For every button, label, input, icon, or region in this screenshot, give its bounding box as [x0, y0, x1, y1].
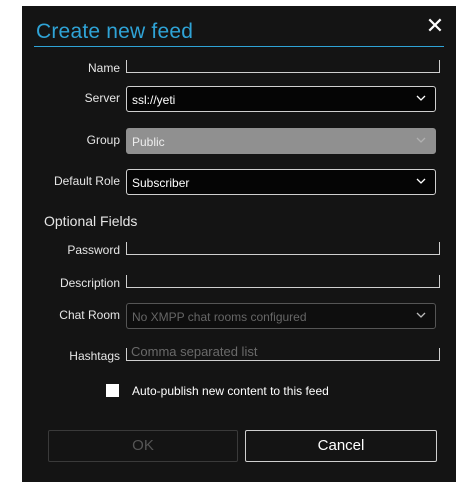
create-feed-dialog: Create new feed ✕ Name Server ssl://yeti…: [22, 6, 456, 482]
server-select[interactable]: ssl://yeti: [126, 86, 436, 112]
group-value: Public: [132, 135, 165, 149]
auto-publish-checkbox[interactable]: [106, 384, 119, 397]
chat-room-label: Chat Room: [59, 308, 120, 322]
group-select[interactable]: Public: [126, 128, 436, 154]
chevron-down-icon: [416, 312, 426, 318]
server-label: Server: [84, 91, 120, 105]
password-field[interactable]: [126, 242, 440, 255]
name-row: Name: [22, 56, 456, 82]
password-row: Password: [22, 238, 456, 264]
auto-publish-label: Auto-publish new content to this feed: [132, 384, 329, 398]
chevron-down-icon: [416, 95, 426, 101]
cancel-button[interactable]: Cancel: [245, 430, 437, 462]
ok-button[interactable]: OK: [48, 430, 238, 462]
default-role-select[interactable]: Subscriber: [126, 169, 436, 195]
chat-room-value: No XMPP chat rooms configured: [132, 310, 307, 324]
description-field[interactable]: [126, 275, 440, 288]
optional-fields-heading: Optional Fields: [44, 213, 138, 229]
chat-room-select[interactable]: No XMPP chat rooms configured: [126, 303, 436, 329]
name-field[interactable]: [126, 60, 440, 73]
hashtags-row: Hashtags Comma separated list: [22, 344, 456, 370]
default-role-value: Subscriber: [132, 176, 190, 190]
description-row: Description: [22, 271, 456, 297]
server-row: Server ssl://yeti: [22, 86, 456, 112]
chat-room-row: Chat Room No XMPP chat rooms configured: [22, 303, 456, 329]
name-label: Name: [87, 61, 120, 75]
chevron-down-icon: [416, 137, 426, 143]
default-role-label: Default Role: [53, 174, 120, 188]
close-icon[interactable]: ✕: [424, 14, 446, 38]
group-label: Group: [86, 133, 120, 147]
hashtags-placeholder: Comma separated list: [131, 344, 258, 359]
hashtags-field[interactable]: Comma separated list: [126, 344, 440, 361]
default-role-row: Default Role Subscriber: [22, 169, 456, 195]
hashtags-label: Hashtags: [69, 349, 120, 363]
chevron-down-icon: [416, 178, 426, 184]
description-label: Description: [59, 276, 120, 290]
dialog-title: Create new feed: [36, 20, 194, 43]
group-row: Group Public: [22, 128, 456, 154]
password-label: Password: [67, 243, 120, 257]
server-value: ssl://yeti: [132, 93, 176, 107]
title-underline: [34, 46, 444, 47]
